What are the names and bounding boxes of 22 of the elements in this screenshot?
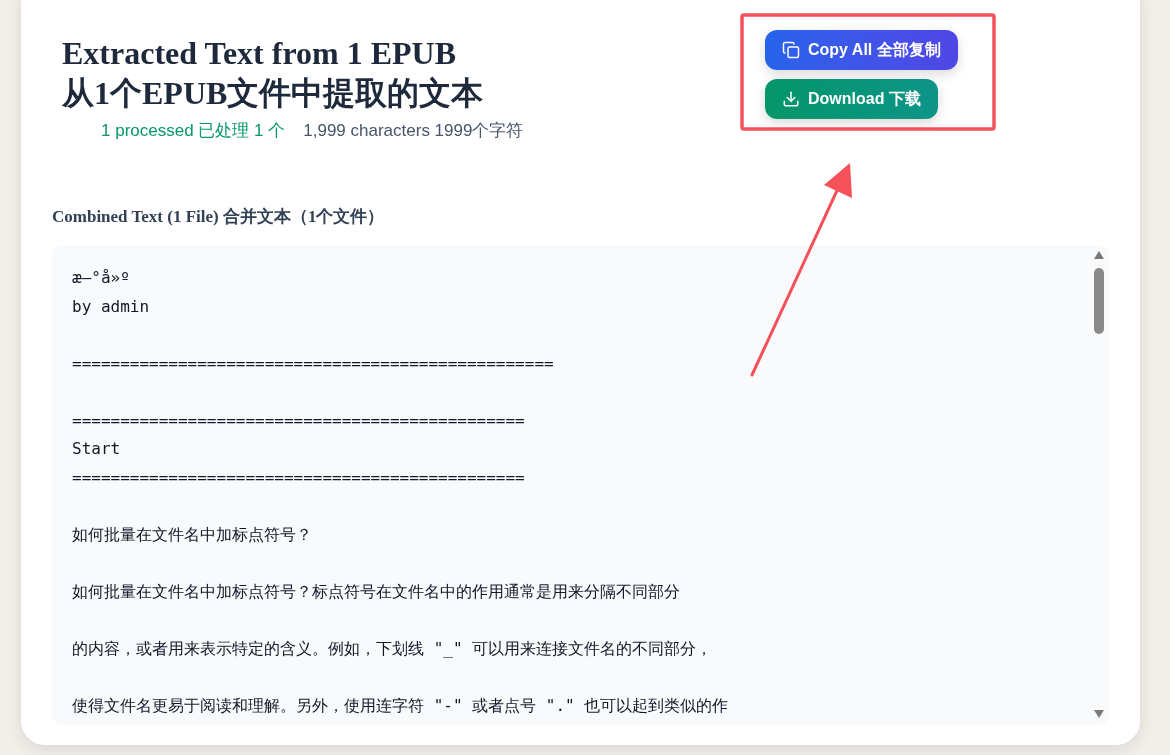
text-line: 如何批量在文件名中加标点符号？ — [72, 523, 312, 546]
text-line: 如何批量在文件名中加标点符号？标点符号在文件名中的作用通常是用来分隔不同部分 — [72, 580, 680, 603]
scroll-down-icon[interactable] — [1094, 710, 1104, 718]
download-button[interactable]: Download 下载 — [765, 79, 938, 119]
page-title: Extracted Text from 1 EPUB — [62, 34, 457, 73]
text-line: by admin — [72, 295, 150, 318]
page-title: 从1个EPUB文件中提取的文本 — [62, 74, 484, 113]
text-line: 使得文件名更易于阅读和理解。另外，使用连字符 "-" 或者点号 "." 也可以起到类似的作 — [72, 694, 729, 717]
stat-text: 1 processed 已处理 1 个 — [101, 120, 286, 142]
copy-all-button[interactable]: Copy All 全部复制 — [765, 30, 958, 70]
section-label: Combined Text (1 File) 合并文本（1个文件） — [52, 206, 385, 228]
text-line: =============================================== — [72, 409, 525, 432]
text-line: Start — [72, 438, 121, 460]
text-line: æ–°å»º — [72, 267, 130, 289]
scrollbar-thumb[interactable] — [1094, 268, 1104, 334]
download-icon — [782, 90, 800, 108]
text-line: ================================================== — [72, 352, 554, 375]
text-line: =============================================== — [72, 466, 525, 489]
text-line: 的内容，或者用来表示特定的含义。例如，下划线 "_" 可以用来连接文件名的不同部分， — [72, 637, 713, 660]
scroll-up-icon[interactable] — [1094, 251, 1104, 259]
copy-icon — [782, 41, 800, 59]
stat-text: 1,999 characters 1999个字符 — [303, 120, 524, 142]
